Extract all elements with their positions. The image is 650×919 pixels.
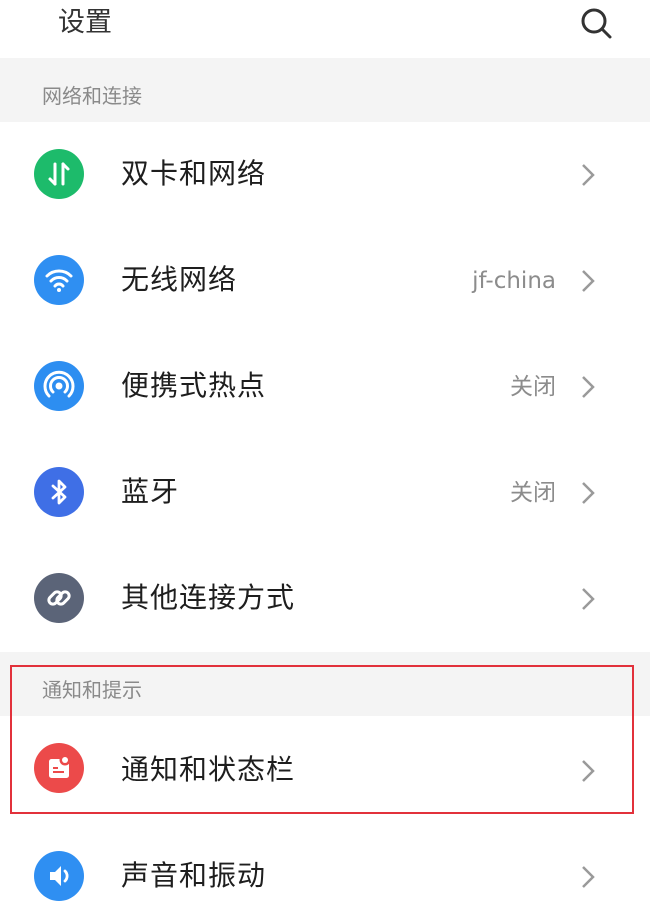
search-icon <box>581 8 612 39</box>
item-label: 声音和振动 <box>121 859 267 892</box>
settings-item-bluetooth[interactable]: 蓝牙 关闭 <box>0 440 650 546</box>
item-label: 其他连接方式 <box>121 581 296 614</box>
search-button[interactable] <box>576 4 616 44</box>
section-title: 通知和提示 <box>42 678 142 702</box>
chevron-right-icon <box>582 270 595 292</box>
settings-item-other-connections[interactable]: 其他连接方式 <box>0 546 650 652</box>
item-value: jf-china <box>472 268 556 294</box>
chevron-right-icon <box>582 866 595 888</box>
link-icon <box>34 573 84 623</box>
sound-icon <box>34 851 84 901</box>
bluetooth-icon <box>34 467 84 517</box>
hotspot-icon <box>34 361 84 411</box>
page-title: 设置 <box>58 7 112 38</box>
settings-item-notifications[interactable]: 通知和状态栏 <box>0 716 650 822</box>
chevron-right-icon <box>582 164 595 186</box>
app-header: 设置 <box>0 0 650 58</box>
settings-item-hotspot[interactable]: 便携式热点 关闭 <box>0 334 650 440</box>
chevron-right-icon <box>582 760 595 782</box>
notification-icon <box>34 743 84 793</box>
item-label: 通知和状态栏 <box>121 753 296 786</box>
item-label: 双卡和网络 <box>121 157 267 190</box>
item-label: 蓝牙 <box>121 475 180 508</box>
settings-item-dual-sim[interactable]: 双卡和网络 <box>0 122 650 228</box>
item-value: 关闭 <box>510 480 556 506</box>
chevron-right-icon <box>582 482 595 504</box>
item-label: 便携式热点 <box>121 369 267 402</box>
settings-item-wifi[interactable]: 无线网络 jf-china <box>0 228 650 334</box>
section-title: 网络和连接 <box>42 84 142 108</box>
chevron-right-icon <box>582 376 595 398</box>
item-value: 关闭 <box>510 374 556 400</box>
section-notifications: 通知和提示 <box>0 652 650 716</box>
chevron-right-icon <box>582 588 595 610</box>
item-label: 无线网络 <box>121 263 238 296</box>
wifi-icon <box>34 255 84 305</box>
settings-item-sound[interactable]: 声音和振动 <box>0 822 650 919</box>
section-network: 网络和连接 <box>0 58 650 122</box>
dual-sim-icon <box>34 149 84 199</box>
